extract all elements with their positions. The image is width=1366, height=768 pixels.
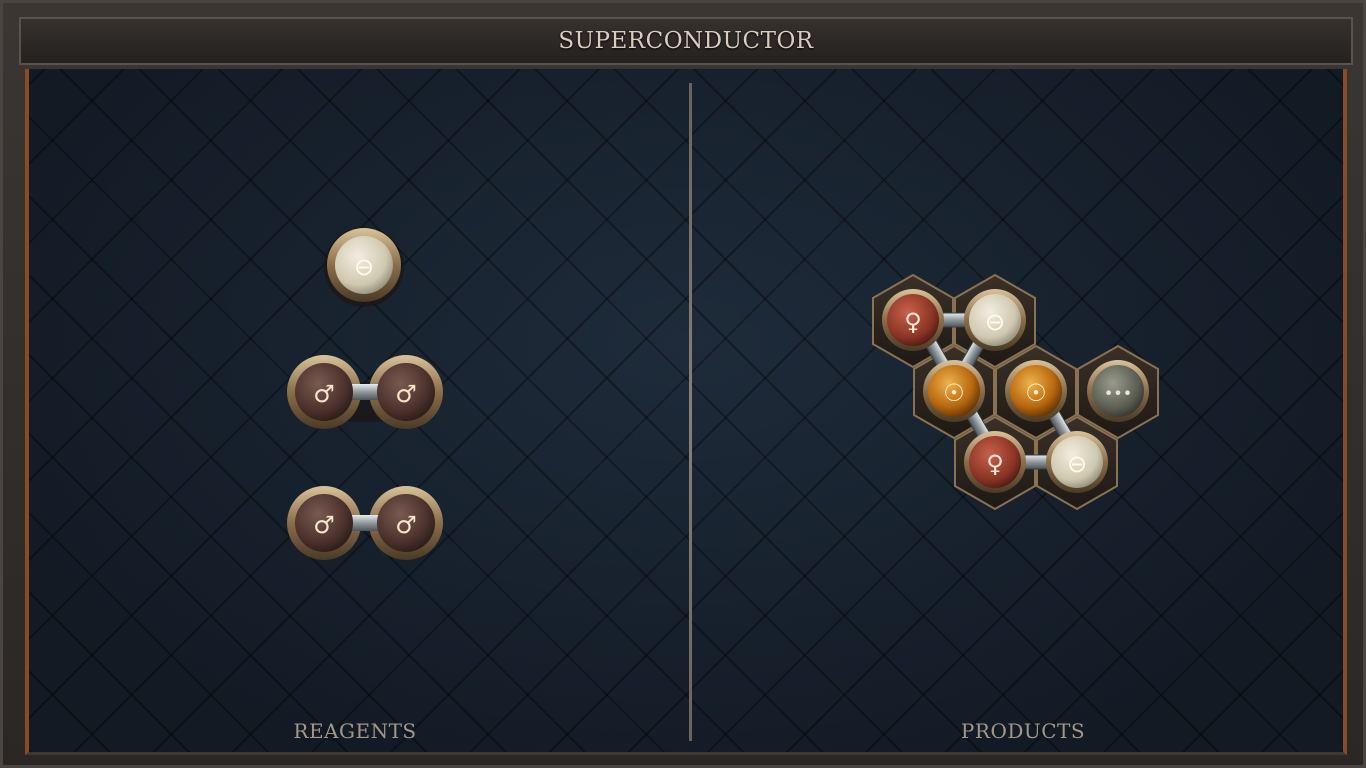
bond	[349, 384, 381, 400]
iron-icon: ♂	[395, 511, 417, 539]
gold-icon: ☉	[1025, 379, 1047, 407]
recipe-board: ⊖ ♂ ♂ ♂ ♂ ♀ ⊖ ☉ ☉ ••• ♀ ⊖ REAGENTS PRODU…	[25, 69, 1347, 755]
copper-icon: ♀	[904, 308, 922, 336]
quintessence-icon: •••	[1104, 384, 1132, 403]
bond	[349, 515, 381, 531]
salt-icon: ⊖	[985, 308, 1005, 336]
molecule-art: ⊖ ♂ ♂ ♂ ♂ ♀ ⊖ ☉ ☉ ••• ♀ ⊖	[287, 227, 1159, 560]
page-title: SUPERCONDUCTOR	[558, 28, 814, 54]
salt-icon: ⊖	[354, 253, 374, 281]
reagent-molecule-3[interactable]: ♂ ♂	[287, 486, 443, 560]
title-bar: SUPERCONDUCTOR	[19, 17, 1353, 65]
iron-icon: ♂	[313, 380, 335, 408]
iron-icon: ♂	[395, 380, 417, 408]
reagent-molecule-2[interactable]: ♂ ♂	[287, 355, 443, 429]
reagent-molecule-1[interactable]: ⊖	[324, 227, 404, 307]
iron-icon: ♂	[313, 511, 335, 539]
reagents-label: REAGENTS	[293, 719, 417, 743]
copper-icon: ♀	[986, 450, 1004, 478]
product-molecule[interactable]: ♀ ⊖ ☉ ☉ ••• ♀ ⊖	[872, 273, 1159, 511]
products-label: PRODUCTS	[960, 719, 1086, 743]
window-frame: SUPERCONDUCTOR ⊖ ♂ ♂ ♂ ♂ ♀ ⊖ ☉ ☉ ••• ♀ ⊖…	[0, 0, 1366, 768]
salt-icon: ⊖	[1067, 450, 1087, 478]
gold-icon: ☉	[943, 379, 965, 407]
